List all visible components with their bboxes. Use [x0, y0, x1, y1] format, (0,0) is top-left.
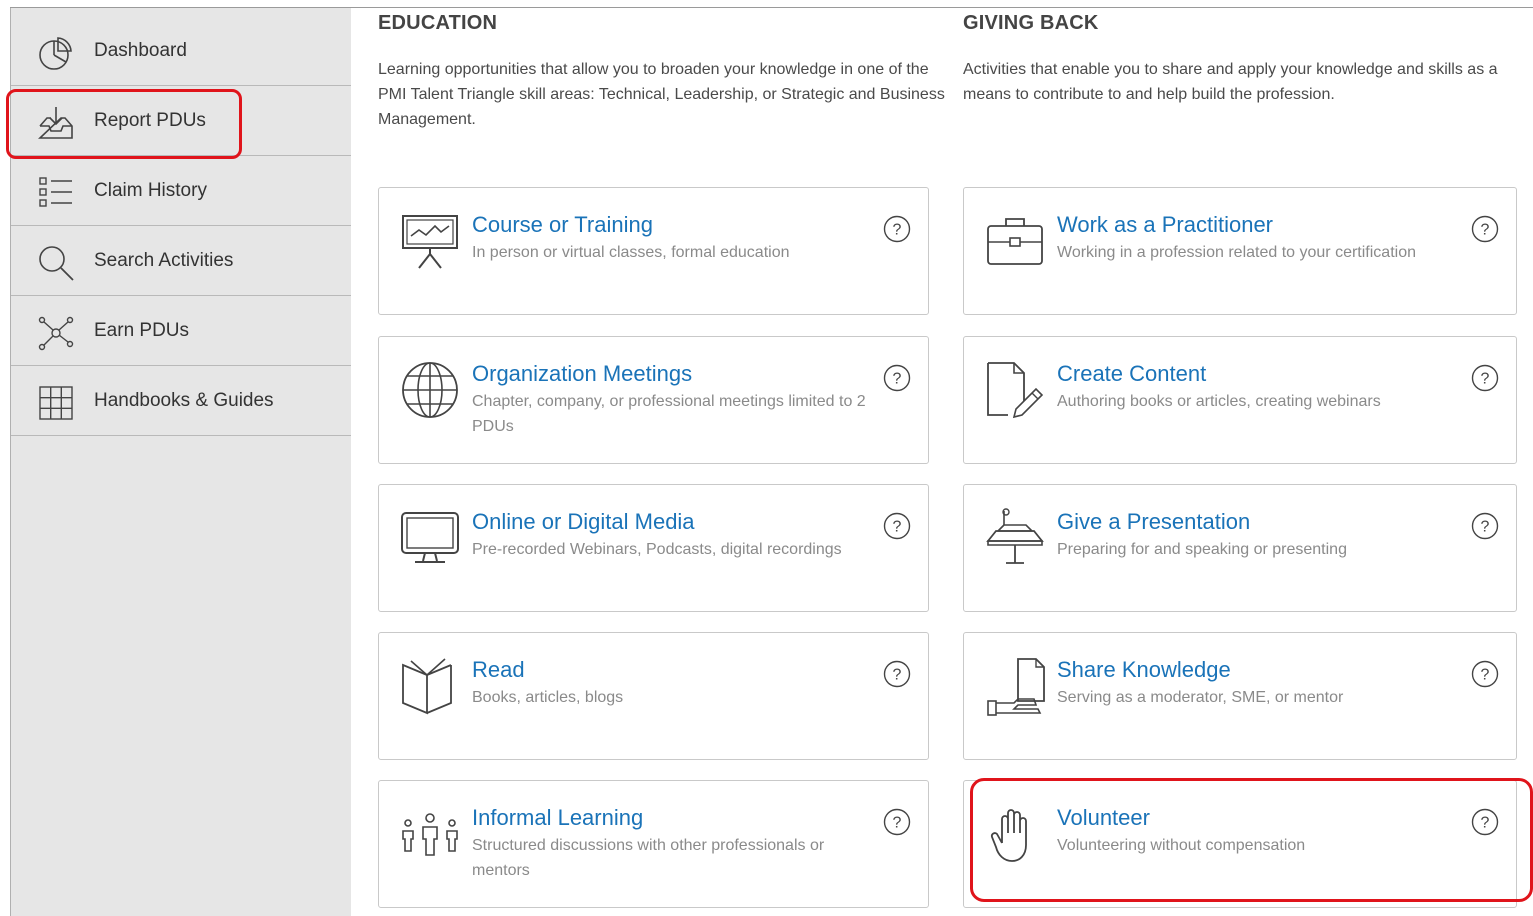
grid-icon: [39, 386, 73, 420]
giving-back-heading: GIVING BACK: [963, 12, 1099, 34]
document-pencil-icon: [987, 362, 1044, 419]
help-icon[interactable]: ?: [882, 511, 912, 541]
podium-icon: [986, 508, 1044, 564]
education-description: Learning opportunities that allow you to…: [378, 61, 945, 128]
monitor-icon: [401, 512, 459, 563]
pie-chart-icon: [39, 37, 72, 70]
svg-text:?: ?: [893, 222, 902, 239]
card-give-a-presentation[interactable]: Give a Presentation Preparing for and sp…: [963, 484, 1517, 612]
card-subtitle: Working in a profession related to your …: [1057, 244, 1416, 261]
help-icon[interactable]: ?: [882, 659, 912, 689]
help-icon[interactable]: ?: [1470, 214, 1500, 244]
card-subtitle: Books, articles, blogs: [472, 689, 624, 706]
card-work-as-a-practitioner[interactable]: Work as a Practitioner Working in a prof…: [963, 187, 1517, 315]
briefcase-icon: [987, 218, 1043, 265]
sidebar-item-label: Claim History: [94, 180, 207, 201]
card-subtitle: Pre-recorded Webinars, Podcasts, digital…: [472, 541, 842, 558]
svg-text:?: ?: [893, 371, 902, 388]
svg-text:?: ?: [1481, 519, 1490, 536]
highlight-report-pdus: [6, 89, 242, 159]
hand-document-icon: [987, 658, 1045, 716]
card-title: Share Knowledge: [1057, 657, 1231, 682]
card-subtitle: Preparing for and speaking or presenting: [1057, 541, 1347, 558]
card-course-or-training[interactable]: Course or Training In person or virtual …: [378, 187, 929, 315]
card-subtitle: Chapter, company, or professional meetin…: [472, 393, 866, 435]
svg-text:?: ?: [1481, 222, 1490, 239]
svg-text:?: ?: [893, 815, 902, 832]
card-organization-meetings[interactable]: Organization Meetings Chapter, company, …: [378, 336, 929, 464]
help-icon[interactable]: ?: [1470, 659, 1500, 689]
svg-text:?: ?: [1481, 371, 1490, 388]
help-icon[interactable]: ?: [882, 807, 912, 837]
card-subtitle: Serving as a moderator, SME, or mentor: [1057, 689, 1344, 706]
card-title: Course or Training: [472, 212, 653, 237]
svg-text:?: ?: [1481, 667, 1490, 684]
help-icon[interactable]: ?: [882, 363, 912, 393]
card-subtitle: Authoring books or articles, creating we…: [1057, 393, 1381, 410]
card-title: Read: [472, 657, 525, 682]
sidebar-item-handbooks-guides[interactable]: Handbooks & Guides: [11, 366, 351, 436]
svg-text:?: ?: [893, 667, 902, 684]
svg-text:?: ?: [893, 519, 902, 536]
people-icon: [402, 813, 458, 856]
sidebar-item-earn-pdus[interactable]: Earn PDUs: [11, 296, 351, 366]
giving-back-description: Activities that enable you to share and …: [963, 61, 1498, 103]
highlight-volunteer: [970, 778, 1533, 902]
card-title: Organization Meetings: [472, 361, 693, 386]
card-title: Online or Digital Media: [472, 509, 695, 534]
card-create-content[interactable]: Create Content Authoring books or articl…: [963, 336, 1517, 464]
sidebar-item-claim-history[interactable]: Claim History: [11, 156, 351, 226]
card-subtitle: Structured discussions with other profes…: [472, 837, 825, 879]
network-icon: [38, 316, 74, 351]
card-title: Create Content: [1057, 361, 1207, 386]
card-title: Informal Learning: [472, 805, 644, 830]
sidebar-item-label: Earn PDUs: [94, 320, 190, 341]
card-read[interactable]: Read Books, articles, blogs ?: [378, 632, 929, 760]
card-share-knowledge[interactable]: Share Knowledge Serving as a moderator, …: [963, 632, 1517, 760]
sidebar-item-label: Search Activities: [94, 250, 234, 271]
card-informal-learning[interactable]: Informal Learning Structured discussions…: [378, 780, 929, 908]
sidebar-item-label: Handbooks & Guides: [94, 390, 274, 411]
card-online-or-digital-media[interactable]: Online or Digital Media Pre-recorded Web…: [378, 484, 929, 612]
presentation-board-icon: [402, 215, 458, 269]
help-icon[interactable]: ?: [1470, 511, 1500, 541]
help-icon[interactable]: ?: [1470, 363, 1500, 393]
sidebar-item-search-activities[interactable]: Search Activities: [11, 226, 351, 296]
sidebar-item-dashboard[interactable]: Dashboard: [11, 16, 351, 86]
card-title: Work as a Practitioner: [1057, 212, 1274, 237]
open-book-icon: [402, 658, 452, 715]
search-icon: [39, 246, 74, 281]
card-title: Give a Presentation: [1057, 509, 1251, 534]
list-icon: [39, 177, 72, 207]
sidebar-item-label: Dashboard: [94, 40, 187, 61]
help-icon[interactable]: ?: [882, 214, 912, 244]
card-subtitle: In person or virtual classes, formal edu…: [472, 244, 790, 261]
globe-icon: [402, 362, 458, 418]
education-heading: EDUCATION: [378, 12, 498, 34]
